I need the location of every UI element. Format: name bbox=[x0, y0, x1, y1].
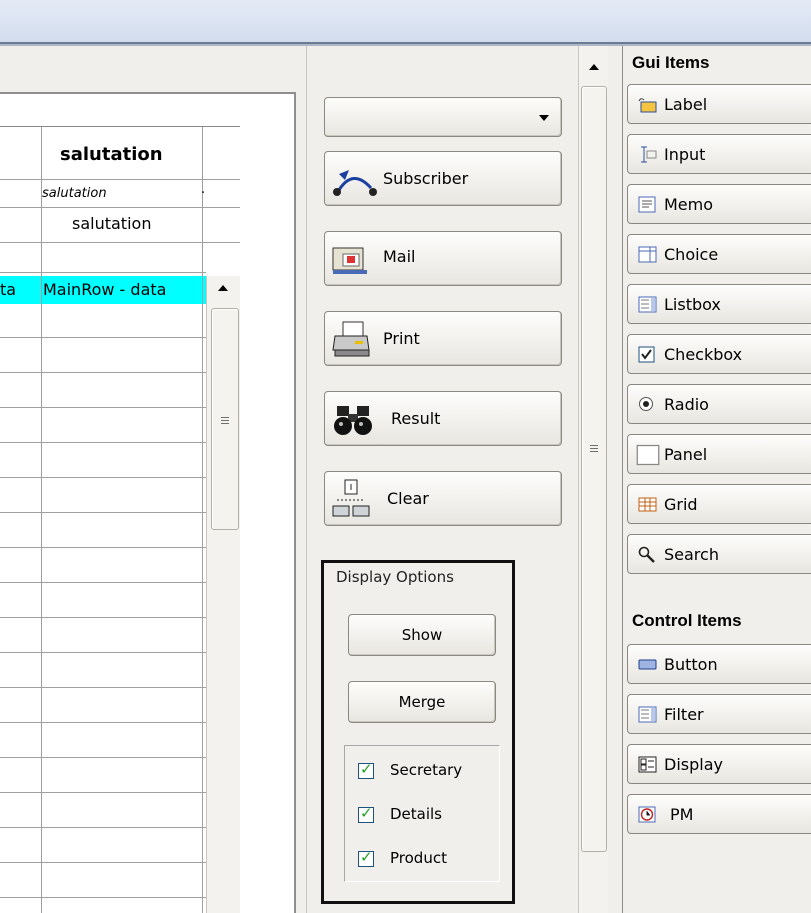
gui-items-title: Gui Items bbox=[632, 53, 710, 72]
grid-row-line bbox=[0, 242, 240, 243]
grid-row-line bbox=[0, 582, 206, 583]
listbox-icon bbox=[638, 296, 657, 313]
grid-row-line bbox=[0, 687, 206, 688]
grid-row-line bbox=[0, 652, 206, 653]
checkbox-icon bbox=[638, 346, 655, 363]
grid-scroll-thumb[interactable] bbox=[211, 308, 239, 530]
button-icon bbox=[638, 659, 657, 670]
choice-icon bbox=[638, 246, 657, 263]
result-button[interactable]: Result bbox=[324, 391, 562, 446]
display-options-legend: Display Options bbox=[332, 568, 458, 586]
control-items-title: Control Items bbox=[632, 611, 742, 630]
column-subheader-value: salutation bbox=[72, 214, 152, 233]
grid-row-line bbox=[0, 337, 206, 338]
mail-icon bbox=[332, 247, 367, 274]
palette-checkbox-button[interactable]: Checkbox bbox=[627, 334, 811, 374]
clear-button[interactable]: Clear bbox=[324, 471, 562, 526]
subscriber-icon bbox=[333, 170, 377, 196]
secretary-checkbox[interactable] bbox=[358, 760, 374, 779]
grid-row-line bbox=[0, 792, 206, 793]
grid-row-line bbox=[0, 827, 206, 828]
palette-pm-button[interactable]: PM bbox=[627, 794, 811, 834]
grid-column-divider bbox=[202, 276, 203, 304]
grid-row-line bbox=[0, 407, 206, 408]
panel-icon bbox=[636, 444, 660, 466]
palette-search-button[interactable]: Search bbox=[627, 534, 811, 574]
input-icon bbox=[641, 146, 657, 163]
palette-label-button[interactable]: Label bbox=[627, 84, 811, 124]
grid-column-divider bbox=[202, 126, 203, 913]
secretary-label: Secretary bbox=[390, 761, 463, 779]
grid-column-divider bbox=[41, 276, 42, 304]
selected-row[interactable]: ta MainRow - data bbox=[0, 276, 206, 304]
grid-row-line bbox=[0, 897, 206, 898]
grid-row-line bbox=[0, 272, 206, 273]
radio-icon bbox=[639, 397, 653, 411]
palette-memo-button[interactable]: Memo bbox=[627, 184, 811, 224]
grid-top-border bbox=[0, 126, 240, 127]
merge-button[interactable]: Merge bbox=[348, 681, 496, 723]
grid-row-line bbox=[0, 862, 206, 863]
palette-panel-button[interactable]: Panel bbox=[627, 434, 811, 474]
window-title-bar bbox=[0, 0, 811, 44]
print-icon bbox=[332, 321, 370, 357]
display-icon bbox=[638, 756, 657, 773]
product-checkbox[interactable] bbox=[358, 848, 374, 867]
grid-row-line bbox=[0, 512, 206, 513]
product-label: Product bbox=[390, 849, 447, 867]
binoculars-icon bbox=[334, 406, 372, 435]
show-button[interactable]: Show bbox=[348, 614, 496, 656]
grid-row-line bbox=[0, 442, 206, 443]
chevron-down-icon bbox=[539, 115, 549, 121]
grid-row-line bbox=[0, 722, 206, 723]
search-icon bbox=[638, 546, 655, 563]
main-scroll-thumb[interactable] bbox=[581, 86, 607, 852]
grid-row-line bbox=[0, 179, 240, 180]
palette-grid-button[interactable]: Grid bbox=[627, 484, 811, 524]
palette-input-button[interactable]: Input bbox=[627, 134, 811, 174]
grid-row-line bbox=[0, 372, 206, 373]
grid-scrollbar[interactable] bbox=[206, 276, 240, 913]
details-label: Details bbox=[390, 805, 443, 823]
palette-filter-button[interactable]: Filter bbox=[627, 694, 811, 734]
grid-row-line bbox=[0, 617, 206, 618]
subscriber-button[interactable]: Subscriber bbox=[324, 151, 562, 206]
scroll-up-icon[interactable] bbox=[589, 64, 599, 70]
row-cell-ta: ta bbox=[0, 280, 17, 299]
filter-icon bbox=[638, 706, 657, 723]
label-icon bbox=[638, 98, 657, 113]
palette-radio-button[interactable]: Radio bbox=[627, 384, 811, 424]
main-scrollbar[interactable] bbox=[578, 46, 608, 913]
clock-icon bbox=[638, 806, 656, 823]
clear-icon bbox=[332, 479, 370, 517]
grid-column-divider bbox=[41, 126, 42, 913]
palette-button-button[interactable]: Button bbox=[627, 644, 811, 684]
row-cell-mainrow: MainRow - data bbox=[43, 280, 167, 299]
cell-overflow-dot: · bbox=[201, 186, 206, 201]
data-grid: salutation salutation salutation · bbox=[0, 126, 240, 913]
palette-listbox-button[interactable]: Listbox bbox=[627, 284, 811, 324]
palette-display-button[interactable]: Display bbox=[627, 744, 811, 784]
option-dropdown[interactable] bbox=[324, 97, 562, 137]
print-button[interactable]: Print bbox=[324, 311, 562, 366]
details-checkbox[interactable] bbox=[358, 804, 374, 823]
grid-row-line bbox=[0, 207, 240, 208]
scroll-up-icon[interactable] bbox=[218, 285, 228, 291]
mail-button[interactable]: Mail bbox=[324, 231, 562, 286]
grid-row-line bbox=[0, 547, 206, 548]
grid-row-line bbox=[0, 757, 206, 758]
memo-icon bbox=[638, 196, 656, 213]
column-header-salutation[interactable]: salutation bbox=[60, 144, 163, 165]
column-subheader-italic: salutation bbox=[42, 186, 107, 201]
palette-choice-button[interactable]: Choice bbox=[627, 234, 811, 274]
grid-row-line bbox=[0, 477, 206, 478]
grid-icon bbox=[638, 497, 657, 512]
panel-gap bbox=[608, 46, 622, 913]
